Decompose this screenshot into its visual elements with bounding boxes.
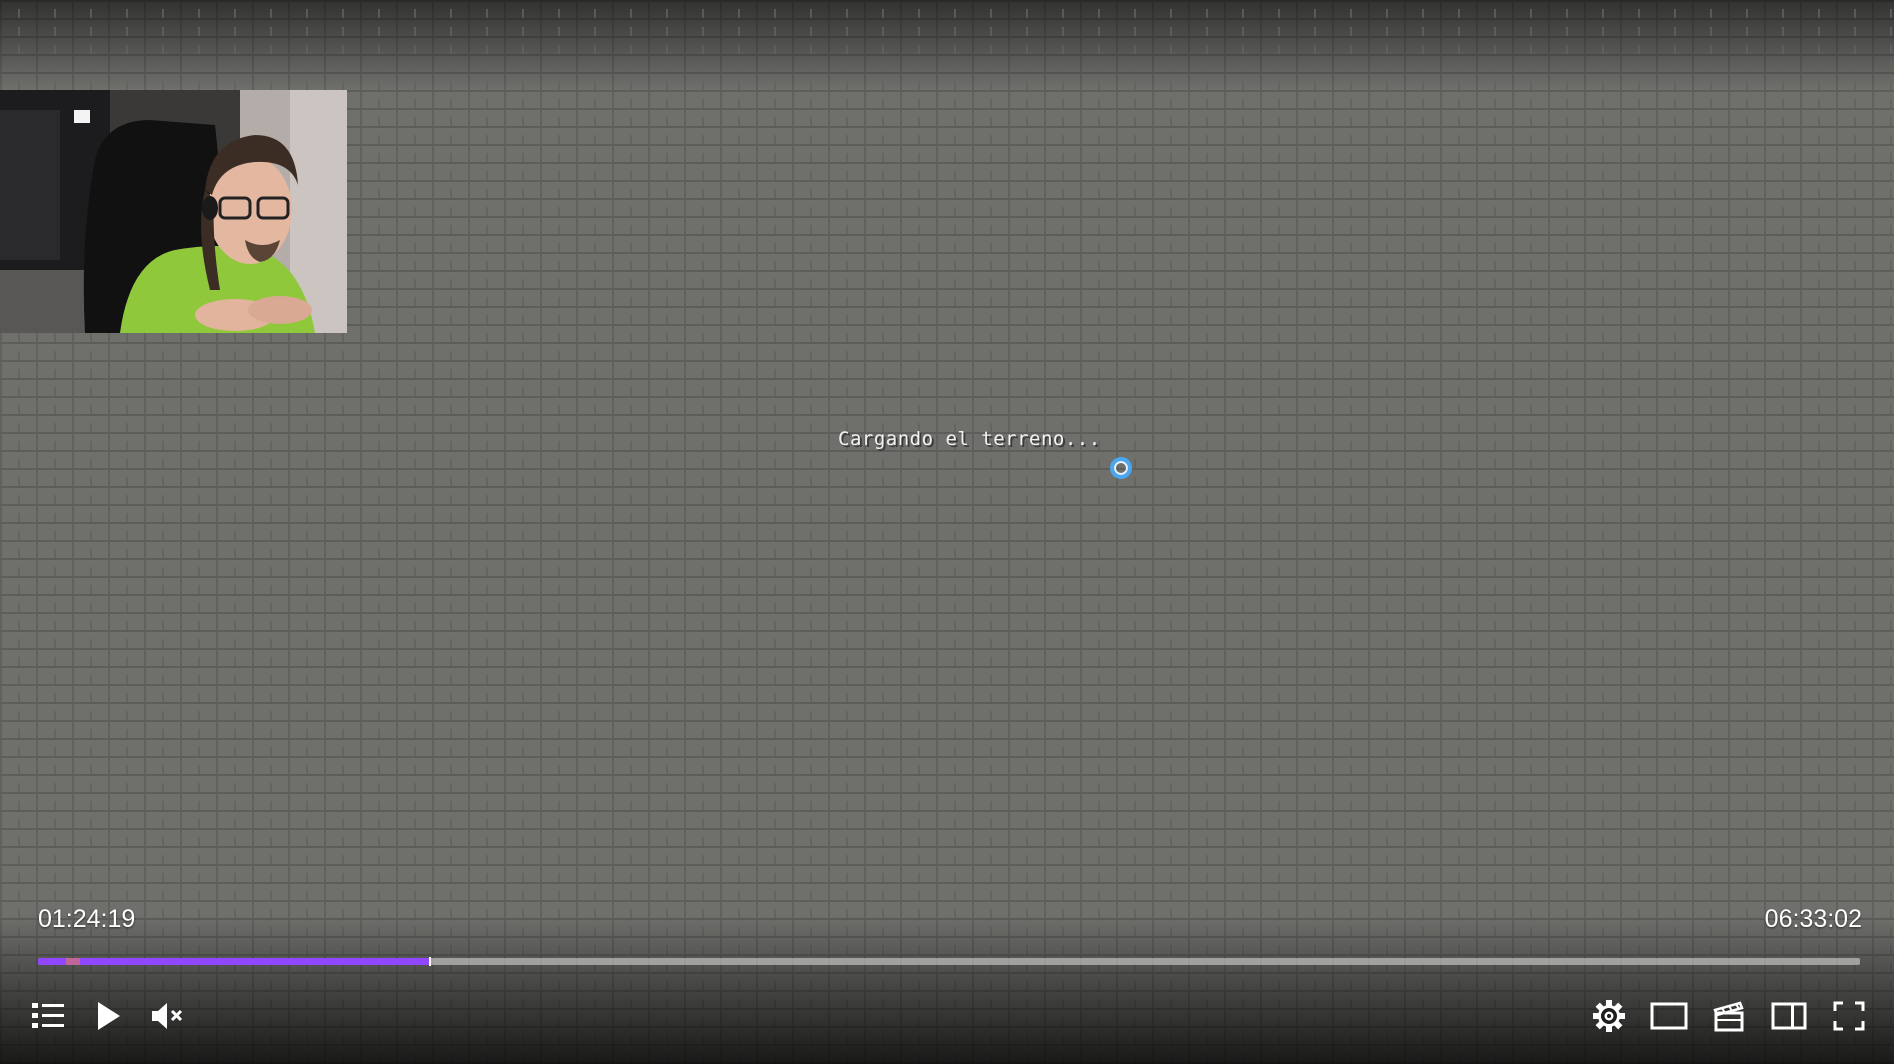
seek-bar-handle[interactable] [428, 957, 431, 966]
sidebar-toggle-button[interactable] [1767, 994, 1811, 1038]
webcam-overlay [0, 90, 347, 333]
seek-bar-played [38, 958, 430, 965]
video-player[interactable]: Cargando el terreno... 01:24:19 06:33:02 [0, 0, 1894, 1064]
fullscreen-button[interactable] [1827, 994, 1871, 1038]
gear-icon [1593, 1000, 1625, 1032]
chapters-list-button[interactable] [26, 994, 70, 1038]
clapperboard-icon [1713, 1001, 1744, 1032]
seek-bar[interactable] [38, 957, 1860, 966]
play-icon [98, 1002, 120, 1030]
loading-spinner-icon [1110, 457, 1132, 479]
split-panel-icon [1771, 1002, 1807, 1030]
clip-button[interactable] [1707, 994, 1751, 1038]
speaker-muted-icon [152, 1003, 183, 1029]
loading-terrain-text: Cargando el terreno... [838, 428, 1101, 450]
fullscreen-icon [1833, 1001, 1865, 1031]
current-time: 01:24:19 [38, 905, 136, 933]
total-duration: 06:33:02 [1764, 905, 1862, 933]
list-icon [32, 1003, 64, 1028]
streamer-webcam-image [0, 90, 347, 333]
mute-button[interactable] [145, 994, 189, 1038]
controls-gradient [0, 914, 1894, 1064]
theatre-icon [1650, 1002, 1688, 1030]
settings-button[interactable] [1587, 994, 1631, 1038]
play-button[interactable] [86, 994, 130, 1038]
theatre-mode-button[interactable] [1647, 994, 1691, 1038]
seek-bar-highlight [66, 958, 80, 965]
